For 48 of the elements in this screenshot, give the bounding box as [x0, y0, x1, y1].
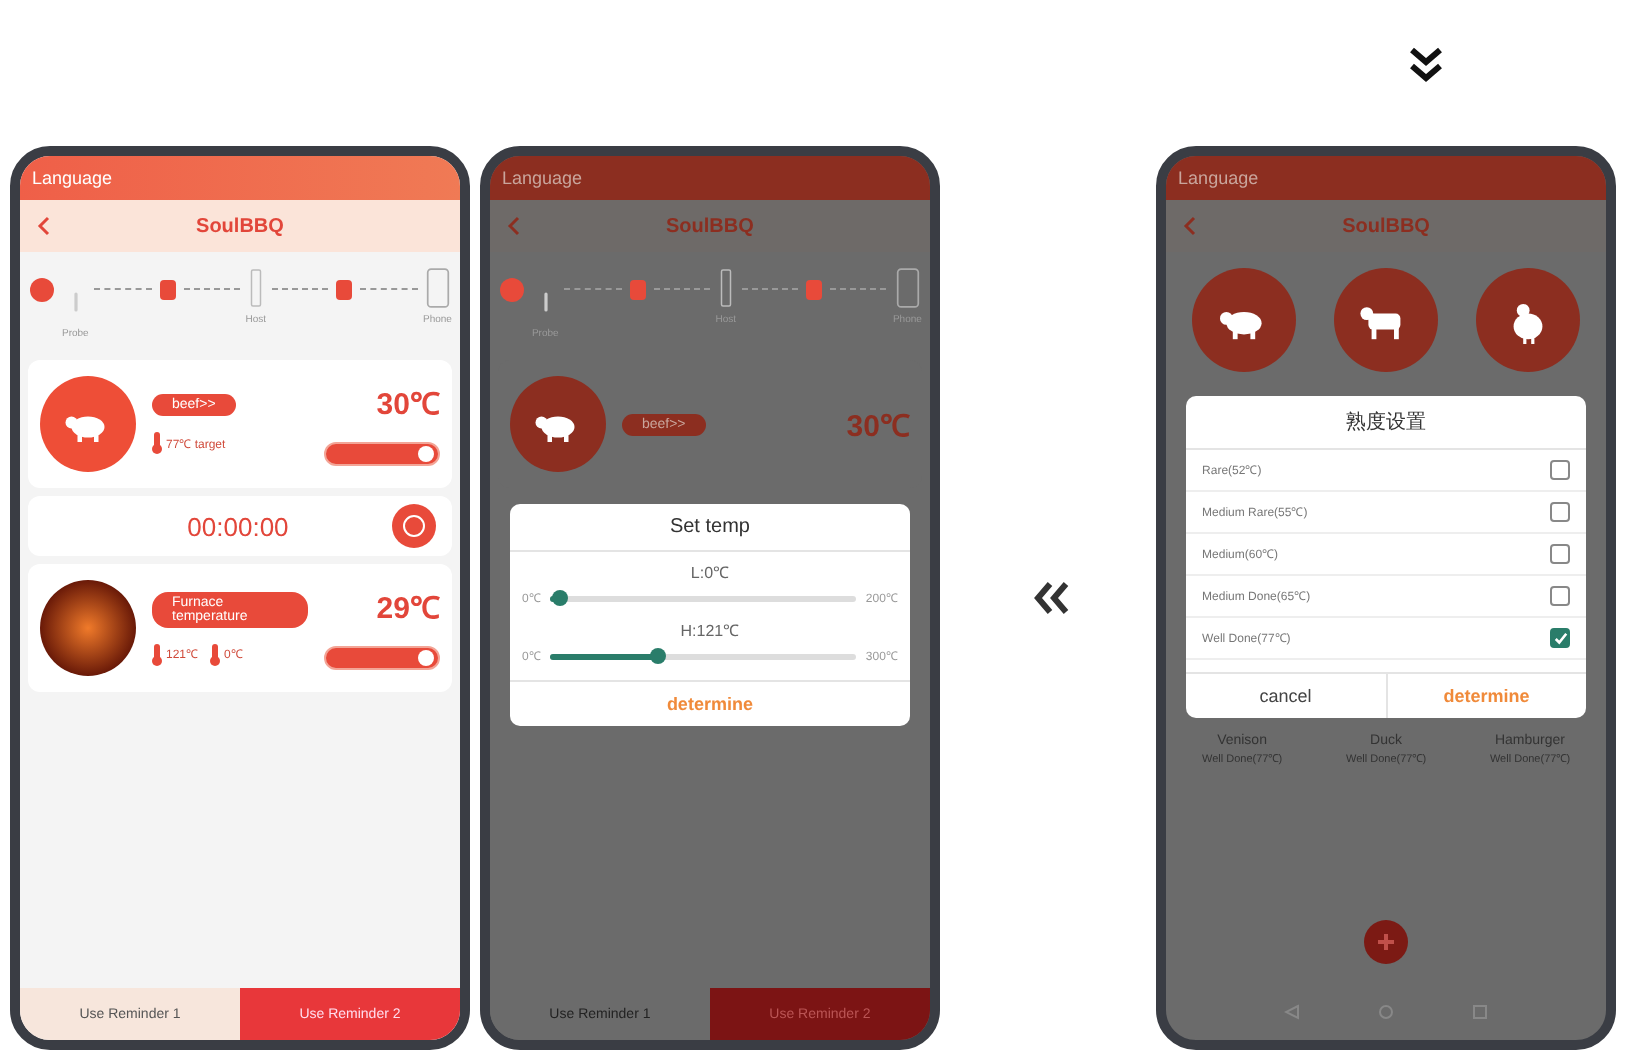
phone-icon — [895, 264, 920, 312]
add-button[interactable] — [1364, 920, 1409, 964]
timer: 00:00:00 — [185, 511, 291, 541]
phone-icon — [425, 264, 450, 312]
double-chevron-left-icon — [1032, 578, 1073, 618]
battery-icon — [804, 278, 825, 302]
host-icon — [249, 264, 262, 312]
thermometer-icon — [152, 643, 162, 665]
cancel-button[interactable]: cancel — [1186, 674, 1388, 718]
status-bar: Language — [20, 156, 460, 200]
temperature-reading: 30℃ — [846, 408, 910, 444]
battery-icon — [334, 278, 355, 302]
pig-icon[interactable] — [509, 376, 606, 472]
slider-label: H:121℃ — [678, 620, 742, 644]
confirm-button[interactable]: determine — [509, 682, 910, 726]
signal-icon — [497, 278, 526, 302]
slider-thumb[interactable] — [551, 589, 568, 605]
checkbox[interactable] — [1550, 460, 1571, 480]
plus-icon — [1376, 932, 1397, 952]
photo-placeholder — [40, 580, 136, 676]
status-bar: Language — [489, 156, 930, 200]
clock-icon[interactable] — [391, 504, 436, 548]
battery-icon — [627, 278, 648, 302]
status-bar: Language — [1166, 156, 1607, 200]
temperature-reading: 29℃ — [376, 590, 440, 626]
app-title: SoulBBQ — [664, 215, 756, 237]
pig-icon[interactable] — [40, 376, 136, 472]
battery-icon — [157, 278, 178, 302]
app-title: SoulBBQ — [194, 215, 286, 237]
checkbox[interactable] — [1550, 544, 1571, 564]
checkbox[interactable] — [1550, 586, 1571, 606]
app-title: SoulBBQ — [1340, 215, 1432, 237]
dialog-title: Set temp — [509, 504, 910, 552]
signal-icon — [28, 278, 56, 302]
host-icon — [719, 264, 732, 312]
dialog-title: 熟度设置 — [1186, 396, 1587, 450]
slider-thumb[interactable] — [649, 647, 666, 663]
thermometer-icon — [152, 432, 162, 454]
alarm-toggle[interactable] — [323, 646, 440, 670]
thermometer-icon — [210, 643, 221, 665]
double-chevron-down-icon — [1406, 44, 1446, 84]
checkbox[interactable] — [1550, 628, 1571, 648]
back-icon[interactable] — [36, 216, 52, 236]
slider-label: L:0℃ — [688, 562, 732, 586]
confirm-button[interactable]: determine — [1387, 674, 1587, 718]
checkbox[interactable] — [1550, 502, 1571, 522]
temperature-reading: 30℃ — [376, 386, 440, 422]
alarm-toggle[interactable] — [323, 442, 440, 466]
